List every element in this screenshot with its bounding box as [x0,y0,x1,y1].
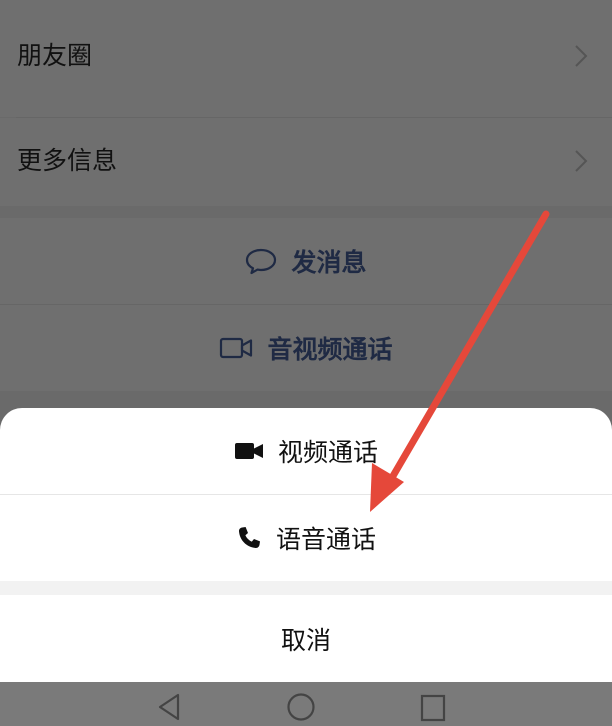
send-message-label: 发消息 [291,248,367,277]
av-call-button[interactable]: 音视频通话 [0,305,612,391]
sheet-gap [0,581,612,595]
video-call-option[interactable]: 视频通话 [0,408,612,494]
chat-bubble-icon [246,248,277,275]
back-triangle-icon[interactable] [156,692,182,722]
cancel-label: 取消 [280,625,331,655]
video-camera-filled-icon [234,443,263,459]
more-info-row[interactable]: 更多信息 [0,118,612,206]
moments-label: 朋友圈 [17,41,93,70]
chevron-right-icon [575,150,588,172]
home-circle-icon[interactable] [286,692,316,722]
more-info-label: 更多信息 [17,146,118,175]
send-message-button[interactable]: 发消息 [0,218,612,304]
av-call-label: 音视频通话 [267,335,393,364]
video-call-label: 视频通话 [277,438,378,467]
voice-call-option[interactable]: 语音通话 [0,495,612,581]
phone-icon [238,527,260,549]
call-type-sheet: 视频通话 语音通话 取消 [0,408,612,682]
system-nav-bar [0,682,612,726]
cancel-button[interactable]: 取消 [0,595,612,682]
voice-call-label: 语音通话 [275,525,376,554]
moments-row[interactable]: 朋友圈 [0,0,612,117]
chevron-right-icon [575,45,588,67]
recents-square-icon[interactable] [419,692,447,722]
video-camera-outline-icon [220,337,253,359]
